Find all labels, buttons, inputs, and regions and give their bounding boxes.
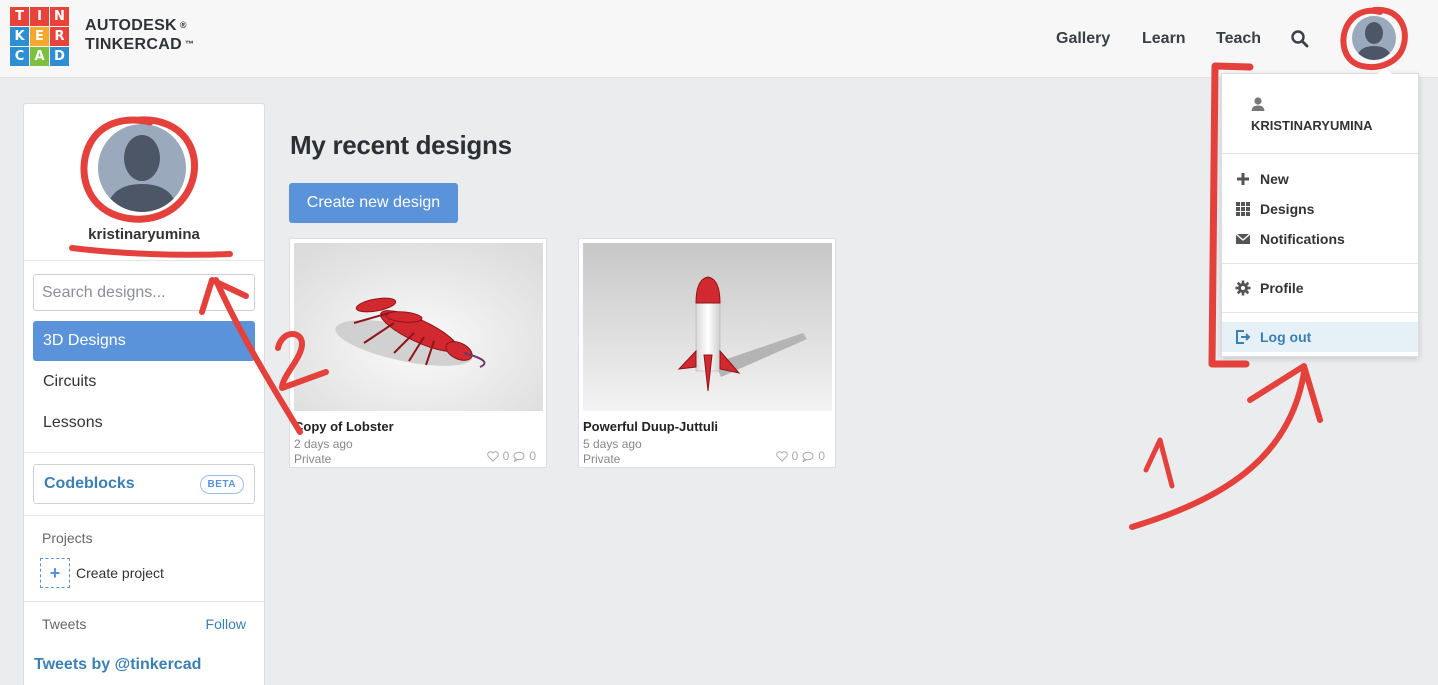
search-designs-input[interactable]: [33, 274, 255, 311]
menu-item-designs-label: Designs: [1260, 201, 1315, 217]
nav-learn[interactable]: Learn: [1142, 30, 1186, 48]
logo-tile: I: [30, 7, 49, 26]
dropdown-user-header: KRISTINARYUMINA: [1222, 74, 1418, 154]
logo-tile: T: [10, 7, 29, 26]
trademark-mark: ™: [184, 39, 195, 49]
design-privacy: Private: [294, 452, 332, 466]
sidebar-divider: [24, 515, 264, 516]
tinkercad-logo[interactable]: TIN KER CAD: [10, 7, 69, 66]
beta-badge: BETA: [199, 474, 244, 494]
menu-item-profile[interactable]: Profile: [1222, 273, 1418, 303]
user-dropdown-menu: KRISTINARYUMINA New Designs Notification…: [1221, 67, 1419, 357]
design-time: 2 days ago: [294, 437, 353, 451]
brand-tinkercad: TINKERCAD: [85, 36, 182, 53]
page-title: My recent designs: [290, 130, 512, 160]
heart-icon[interactable]: [486, 450, 499, 462]
profile-username[interactable]: kristinaryumina: [24, 226, 264, 243]
rocket-model-image: [583, 243, 832, 411]
logo-tile: C: [10, 47, 29, 66]
envelope-icon: [1235, 233, 1251, 244]
menu-item-designs[interactable]: Designs: [1222, 194, 1418, 224]
avatar-silhouette-icon: [1356, 22, 1392, 60]
sidebar-item-circuits[interactable]: Circuits: [33, 362, 255, 402]
registered-mark: ®: [179, 20, 187, 30]
tweets-by-link[interactable]: Tweets by @tinkercad: [34, 656, 201, 674]
create-project-button[interactable]: + Create project: [40, 558, 164, 588]
lobster-model-image: [294, 243, 543, 411]
comment-icon[interactable]: [802, 451, 814, 462]
design-name[interactable]: Copy of Lobster: [294, 419, 394, 434]
follow-link[interactable]: Follow: [206, 616, 246, 632]
sidebar: kristinaryumina 3D Designs Circuits Less…: [23, 103, 265, 685]
comment-count: 0: [818, 449, 825, 463]
create-project-label: Create project: [76, 565, 164, 581]
brand-autodesk: AUTODESK: [85, 17, 177, 34]
logo-tile: N: [50, 7, 69, 26]
design-thumbnail-rocket[interactable]: [583, 243, 832, 411]
codeblocks-label: Codeblocks: [44, 475, 135, 492]
design-time: 5 days ago: [583, 437, 642, 451]
dropdown-divider: [1222, 263, 1418, 264]
logo-tile: K: [10, 27, 29, 46]
menu-item-logout[interactable]: Log out: [1222, 322, 1418, 352]
like-count: 0: [791, 449, 799, 463]
projects-heading: Projects: [42, 530, 93, 546]
nav-teach[interactable]: Teach: [1216, 30, 1261, 48]
menu-item-new[interactable]: New: [1222, 164, 1418, 194]
comment-icon[interactable]: [513, 451, 525, 462]
menu-item-notifications[interactable]: Notifications: [1222, 224, 1418, 254]
logout-icon: [1236, 330, 1251, 344]
design-card[interactable]: Copy of Lobster 2 days ago Private 0 0: [289, 238, 547, 468]
grid-icon: [1236, 202, 1250, 216]
heart-icon[interactable]: [775, 450, 788, 462]
create-new-design-button[interactable]: Create new design: [289, 183, 458, 223]
dropdown-divider: [1222, 312, 1418, 313]
menu-item-logout-label: Log out: [1260, 329, 1312, 345]
comment-count: 0: [529, 449, 536, 463]
gear-icon: [1235, 280, 1251, 296]
logo-tile: E: [30, 27, 49, 46]
sidebar-item-3d-designs[interactable]: 3D Designs: [33, 321, 255, 361]
like-count: 0: [502, 449, 510, 463]
logo-tile: A: [30, 47, 49, 66]
sidebar-item-codeblocks[interactable]: Codeblocks BETA: [33, 464, 255, 504]
design-stats: 0 0: [486, 449, 536, 463]
menu-item-profile-label: Profile: [1260, 280, 1304, 296]
annotation-arrow-1: [1129, 369, 1307, 530]
user-icon: [1251, 97, 1265, 111]
annotation-arrowhead-1: [1247, 363, 1323, 423]
design-privacy: Private: [583, 452, 621, 466]
annotation-number-1: [1143, 437, 1175, 489]
design-card[interactable]: Powerful Duup-Juttuli 5 days ago Private…: [578, 238, 836, 468]
design-thumbnail-lobster[interactable]: [294, 243, 543, 411]
design-name[interactable]: Powerful Duup-Juttuli: [583, 419, 718, 434]
menu-item-new-label: New: [1260, 171, 1289, 187]
user-avatar-menu[interactable]: [1352, 16, 1396, 60]
sidebar-divider: [24, 452, 264, 453]
logo-tile: D: [50, 47, 69, 66]
logo-tile: R: [50, 27, 69, 46]
top-header: TIN KER CAD AUTODESK ® TINKERCAD ™ Gallery L…: [0, 0, 1438, 78]
dropdown-username: KRISTINARYUMINA: [1251, 118, 1373, 133]
profile-avatar[interactable]: [98, 124, 186, 212]
sidebar-divider: [24, 260, 264, 261]
sidebar-divider: [24, 601, 264, 602]
search-icon[interactable]: [1290, 29, 1310, 49]
sidebar-item-lessons[interactable]: Lessons: [33, 403, 255, 443]
menu-item-notifications-label: Notifications: [1260, 231, 1345, 247]
nav-gallery[interactable]: Gallery: [1056, 30, 1110, 48]
avatar-silhouette-icon: [106, 135, 178, 212]
brand-name: AUTODESK ® TINKERCAD ™: [85, 16, 194, 54]
design-stats: 0 0: [775, 449, 825, 463]
tweets-heading: Tweets: [42, 616, 87, 632]
plus-icon: +: [40, 558, 70, 588]
plus-icon: [1237, 173, 1249, 185]
